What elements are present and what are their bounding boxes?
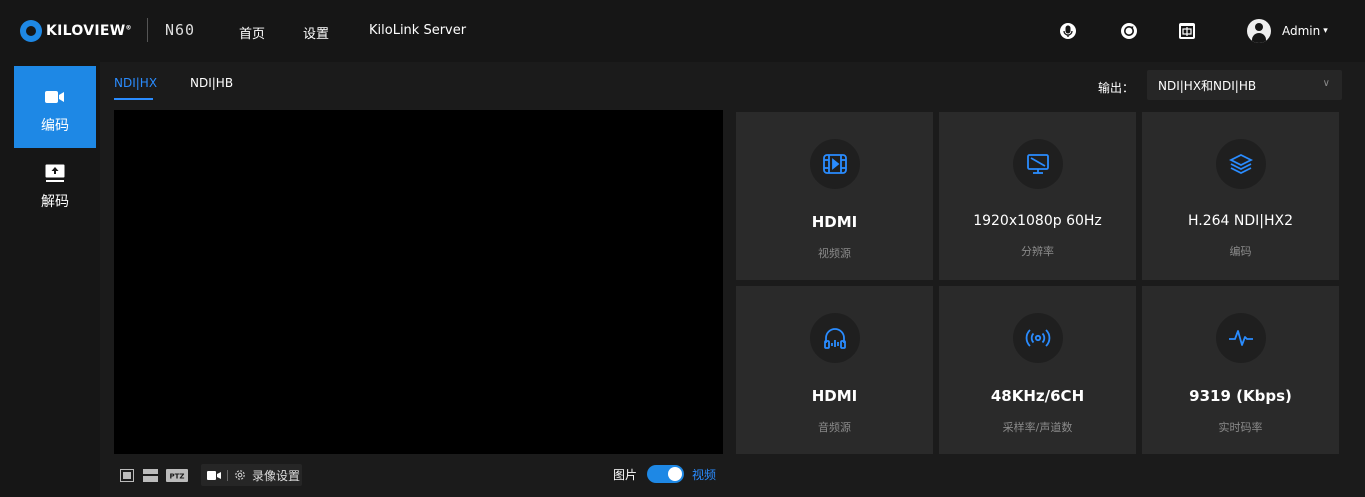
logo-mark-icon (20, 20, 42, 42)
stat-caption: 音频源 (818, 421, 851, 434)
refresh-icon[interactable] (1118, 20, 1140, 42)
video-preview[interactable] (114, 110, 723, 454)
user-menu[interactable]: Admin ▾ (1247, 19, 1328, 43)
image-video-toggle[interactable] (647, 465, 685, 483)
stat-card-resolution: 1920x1080p 60Hz 分辨率 (939, 112, 1136, 280)
monitor-upload-icon (45, 164, 65, 182)
microphone-icon[interactable] (1057, 20, 1079, 42)
svg-text:PTZ: PTZ (170, 472, 185, 480)
pulse-icon (1215, 313, 1266, 363)
stat-value: HDMI (811, 387, 858, 405)
gear-icon (235, 470, 245, 480)
nav-kilolink-server[interactable]: KiloLink Server (369, 23, 466, 38)
monitor-icon (1012, 139, 1063, 189)
output-select[interactable]: NDI|HX和NDI|HB ∨ (1147, 70, 1342, 100)
switch-label-video: 视频 (692, 467, 717, 482)
stat-card-sample-rate: 48KHz/6CH 采样率/声道数 (939, 286, 1136, 454)
output-select-value: NDI|HX和NDI|HB (1158, 79, 1257, 93)
brand-name: KILOVIEW® (46, 23, 132, 39)
tab-ndi-hb[interactable]: NDI|HB (190, 76, 233, 90)
stat-card-encoding: H.264 NDI|HX2 编码 (1142, 112, 1339, 280)
record-camera-icon (207, 470, 221, 480)
layout-split-icon[interactable] (143, 468, 158, 482)
header-divider (147, 18, 148, 42)
sidebar-item-encode[interactable]: 编码 (14, 66, 96, 148)
camera-icon (45, 88, 65, 106)
stat-value: 48KHz/6CH (990, 387, 1085, 405)
user-name: Admin (1282, 24, 1321, 38)
switch-label-image: 图片 (613, 467, 638, 482)
stat-caption: 编码 (1229, 245, 1252, 258)
stat-card-bitrate: 9319 (Kbps) 实时码率 (1142, 286, 1339, 454)
stat-value: H.264 NDI|HX2 (1187, 213, 1294, 229)
stat-value: 9319 (Kbps) (1189, 387, 1292, 405)
sidebar-item-decode[interactable]: 解码 (14, 148, 96, 230)
headphones-icon (809, 313, 860, 363)
avatar (1247, 19, 1271, 43)
stat-value: HDMI (811, 213, 858, 231)
record-settings-label: 录像设置 (252, 468, 301, 483)
divider (227, 469, 228, 481)
kiloview-logo[interactable]: KILOVIEW® (20, 20, 132, 42)
broadcast-icon (1012, 313, 1063, 363)
top-bar: KILOVIEW® N60 首页 设置 KiloLink Server Admi… (0, 0, 1365, 62)
stat-caption: 分辨率 (1021, 245, 1054, 258)
tab-ndi-hx[interactable]: NDI|HX (114, 76, 157, 90)
stat-caption: 采样率/声道数 (1002, 421, 1073, 434)
nav-home[interactable]: 首页 (239, 23, 265, 42)
stat-card-video-source: HDMI 视频源 (736, 112, 933, 280)
nav-settings[interactable]: 设置 (303, 23, 329, 42)
chevron-down-icon: ▾ (1323, 26, 1328, 36)
record-settings-button[interactable]: 录像设置 (201, 464, 302, 486)
stat-caption: 视频源 (818, 247, 851, 260)
chevron-down-icon: ∨ (1322, 78, 1330, 89)
output-label: 输出： (1098, 81, 1135, 95)
sidebar-item-label: 解码 (41, 194, 69, 210)
sidebar: 编码 解码 (0, 62, 100, 497)
layers-icon (1215, 139, 1266, 189)
image-video-switch: 图片 视频 (613, 465, 716, 483)
stat-card-audio-source: HDMI 音频源 (736, 286, 933, 454)
sidebar-item-label: 编码 (41, 118, 69, 134)
stat-value: 1920x1080p 60Hz (973, 213, 1102, 229)
layout-single-icon[interactable] (120, 468, 134, 482)
language-icon[interactable] (1176, 20, 1198, 42)
active-tab-indicator (114, 98, 153, 100)
ptz-icon[interactable]: PTZ (166, 468, 188, 482)
device-model: N60 (165, 21, 196, 39)
stat-caption: 实时码率 (1218, 421, 1263, 434)
film-play-icon (809, 139, 860, 189)
